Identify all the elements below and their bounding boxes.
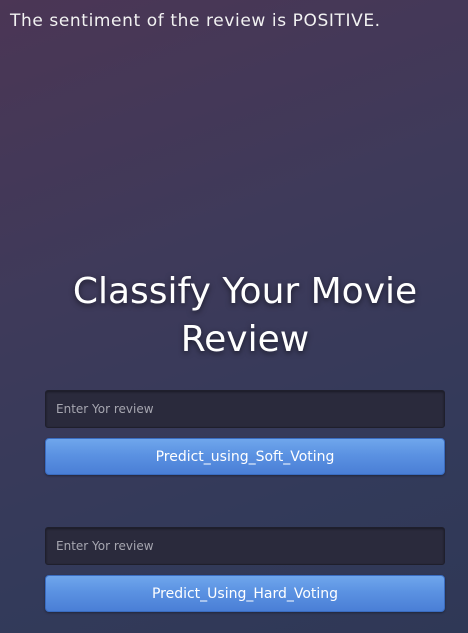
- page-title: Classify Your Movie Review: [0, 268, 468, 364]
- predict-hard-voting-button[interactable]: Predict_Using_Hard_Voting: [45, 575, 445, 612]
- page-title-line-1: Classify Your Movie: [72, 271, 418, 312]
- prediction-result-text: The sentiment of the review is POSITIVE.: [10, 11, 381, 31]
- page-title-line-2: Review: [180, 319, 310, 360]
- review-input-hard-voting[interactable]: [45, 527, 445, 565]
- predict-soft-voting-button[interactable]: Predict_using_Soft_Voting: [45, 438, 445, 475]
- review-input-soft-voting[interactable]: [45, 390, 445, 428]
